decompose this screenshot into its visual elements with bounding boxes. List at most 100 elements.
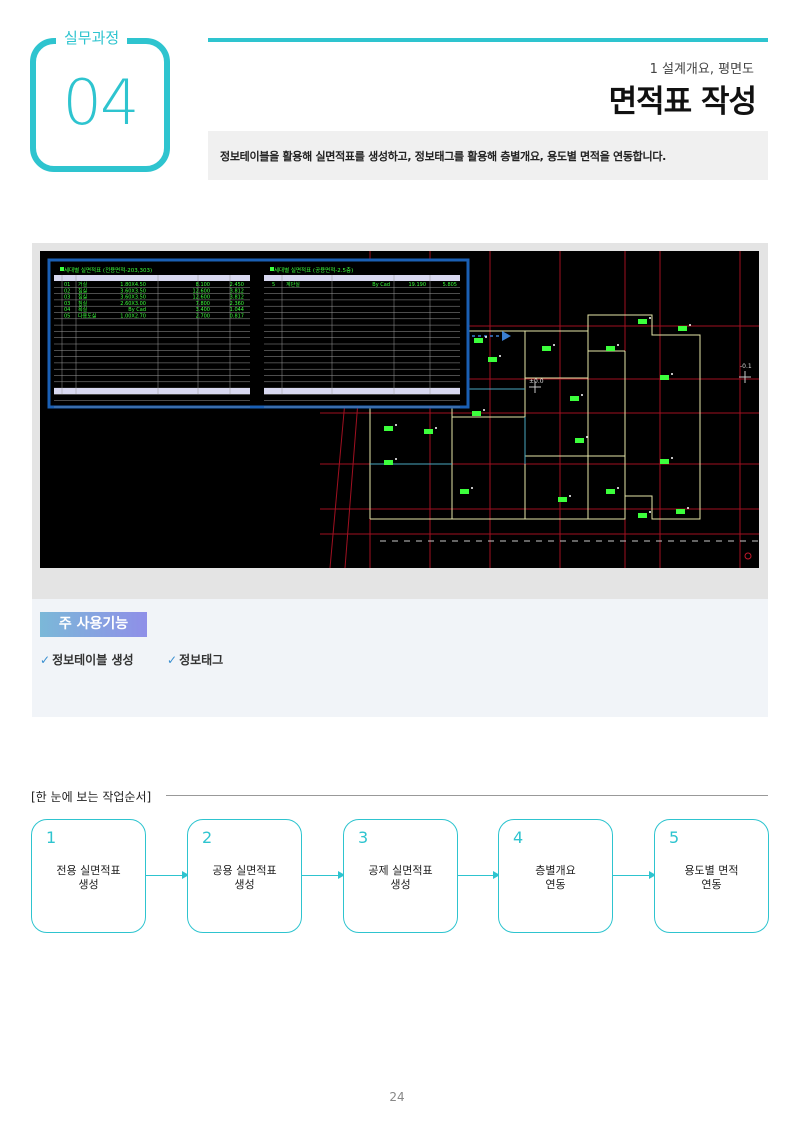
right-table-cell: 5 [272,282,275,288]
right-table-cell: 계단실 [286,281,300,288]
chapter-number: 04 [62,66,140,139]
left-table-cell: 2.360 [230,301,244,307]
room-tag-point [395,458,397,460]
left-table-cell: 거실 [78,281,88,288]
left-table-cell: 3.812 [230,288,244,294]
right-table-header-bar [264,275,460,281]
step-number: 3 [358,828,369,847]
step-text: 전용 실면적표 생성 [56,864,121,891]
left-table-cell: 03 [64,295,70,301]
description-text: 정보테이블을 활용해 실면적표를 생성하고, 정보태그를 활용해 층별개요, 용… [220,150,667,163]
room-tag-point [395,424,397,426]
room-tag-icon [542,346,551,351]
room-tag-icon [384,426,393,431]
left-table-cell: 7.800 [196,301,210,307]
left-table-cell: 침실 [78,287,88,294]
cad-screenshot: ±0.0 -0.1 01 거실 1.80X4.50 8.100 2.450 02 침실 3.6… [40,251,759,568]
room-tag-icon [424,429,433,434]
room-tag-icon [638,513,647,518]
process-step-1: 1 전용 실면적표 생성 [31,819,146,933]
room-tag-point [617,487,619,489]
room-tag-icon [606,489,615,494]
step-arrow-icon [613,871,656,879]
left-table-cell: 침실 [78,294,88,301]
left-table-header-bar [54,275,250,281]
step-text: 용도별 면적 연동 [684,864,739,891]
room-tag-point [689,324,691,326]
header-rule [208,38,768,42]
process-heading-rule [166,795,768,796]
description-box: 정보테이블을 활용해 실면적표를 생성하고, 정보태그를 활용해 층별개요, 용… [208,131,768,180]
function-item-info-table: ✓ 정보테이블 생성 [40,651,134,668]
info-table-frame [47,258,470,409]
step-number: 4 [513,828,524,847]
badge-label: 실무과정 [56,27,128,49]
left-table-footer-bar [54,388,250,394]
coord-label-1: ±0.0 [529,378,544,385]
left-table-cell: 1.80X4.50 [120,282,146,288]
room-tag-icon [676,509,685,514]
process-step-4: 4 층별개요 연동 [498,819,613,933]
room-tag-icon [460,489,469,494]
room-tag-icon [558,497,567,502]
left-table-cell: 01 [64,282,70,288]
left-table-cell: 05 [64,314,70,320]
room-tag-point [485,336,487,338]
room-tag-icon [575,438,584,443]
room-tag-point [435,427,437,429]
room-tag-icon [606,346,615,351]
step-text: 공용 실면적표 생성 [212,864,277,891]
right-table-cell: 19.190 [409,282,427,288]
room-tag-point [553,344,555,346]
left-table-cell: 3.60X3.50 [120,288,146,294]
step-arrow-icon [302,871,345,879]
room-tag-point [483,409,485,411]
left-table-title: 세대별 실면적표 (전용면적-203,303) [64,266,152,274]
left-table-cell: 8.100 [196,282,210,288]
room-tag-point [671,373,673,375]
room-tag-point [471,487,473,489]
right-table-title: 세대별 실면적표 (공용면적-2.5층) [274,266,353,274]
left-table-cell: 04 [64,307,70,313]
check-icon: ✓ [40,653,51,667]
cad-origin-marker [744,552,752,560]
room-tag-point [569,495,571,497]
left-table-cell: 2.60X3.00 [120,301,146,307]
page-number: 24 [389,1090,405,1104]
left-table-cell: 욕실 [78,306,88,313]
room-tag-icon [570,396,579,401]
room-tag-point [581,394,583,396]
left-table-cell: 12.600 [193,295,211,301]
process-heading: [한 눈에 보는 작업순서] [31,788,162,805]
page-title: 면적표 작성 [608,84,757,120]
process-step-5: 5 용도별 면적 연동 [654,819,769,933]
room-tag-icon [384,460,393,465]
left-table-cell: 02 [64,288,70,294]
process-step-3: 3 공제 실면적표 생성 [343,819,458,933]
left-table-cell: 3.812 [230,295,244,301]
room-tag-point [687,507,689,509]
function-item-info-tag: ✓ 정보태그 [167,651,223,668]
room-tag-icon [488,357,497,362]
check-icon: ✓ [167,653,178,667]
room-tag-point [671,457,673,459]
right-table-cell: By Cad [372,282,390,288]
room-tag-icon [472,411,481,416]
room-tag-point [586,436,588,438]
left-table-cell: 3.400 [196,307,210,313]
left-table-cell: 1.00X2.70 [120,314,146,320]
step-arrow-icon [146,871,189,879]
room-tag-point [499,355,501,357]
step-arrow-icon [458,871,500,879]
left-table-cell: 2.450 [230,282,244,288]
right-table-footer-bar [264,388,460,394]
room-tag-icon [678,326,687,331]
room-tag-icon [638,319,647,324]
left-table-cell: 1.044 [230,307,244,313]
step-text: 공제 실면적표 생성 [368,864,433,891]
function-label: 정보태그 [179,653,224,667]
left-table-cell: 0.817 [230,314,244,320]
room-tag-point [649,317,651,319]
room-tag-point [649,511,651,513]
step-number: 5 [669,828,680,847]
